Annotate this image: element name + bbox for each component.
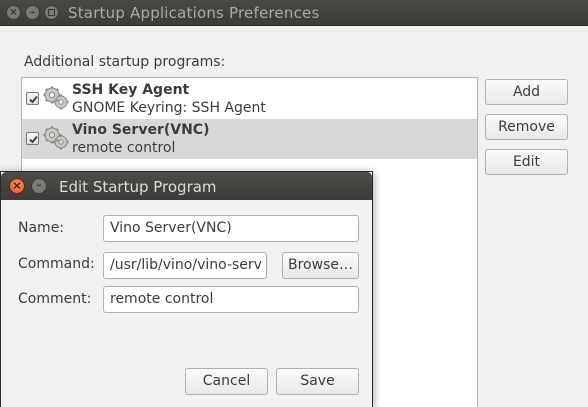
dialog-close-button[interactable]: × <box>9 178 25 194</box>
check-icon <box>29 95 38 104</box>
browse-button[interactable]: Browse… <box>282 252 359 279</box>
comment-field[interactable]: remote control <box>103 286 359 313</box>
program-name: SSH Key Agent <box>72 82 190 98</box>
name-label: Name: <box>18 220 65 236</box>
save-button[interactable]: Save <box>276 368 359 395</box>
enabled-checkbox[interactable] <box>26 92 39 105</box>
add-button[interactable]: Add <box>485 79 568 105</box>
remove-button[interactable]: Remove <box>485 114 568 140</box>
section-label: Additional startup programs: <box>24 54 226 70</box>
gears-icon <box>43 126 69 150</box>
command-field[interactable]: /usr/lib/vino/vino-serv <box>103 252 267 279</box>
list-item[interactable]: SSH Key Agent GNOME Keyring: SSH Agent <box>22 79 477 119</box>
program-description: remote control <box>72 140 176 156</box>
cancel-button[interactable]: Cancel <box>185 368 268 395</box>
window-maximize-button[interactable] <box>44 5 59 20</box>
command-label: Command: <box>18 256 95 272</box>
maximize-icon <box>48 9 55 16</box>
dialog-minimize-button[interactable]: – <box>31 178 47 194</box>
window-close-button[interactable]: × <box>6 5 21 20</box>
dialog-title: Edit Startup Program <box>59 178 217 196</box>
edit-startup-program-dialog: × – Edit Startup Program Name: Vino Serv… <box>0 171 373 407</box>
edit-button[interactable]: Edit <box>485 149 568 175</box>
program-description: GNOME Keyring: SSH Agent <box>72 100 266 116</box>
window-titlebar[interactable]: × – Startup Applications Preferences <box>0 0 588 26</box>
enabled-checkbox[interactable] <box>26 132 39 145</box>
list-item[interactable]: Vino Server(VNC) remote control <box>22 119 477 159</box>
comment-label: Comment: <box>18 291 92 307</box>
dialog-titlebar[interactable]: × – Edit Startup Program <box>1 172 372 200</box>
window-title: Startup Applications Preferences <box>68 4 320 22</box>
check-icon <box>29 135 38 144</box>
name-field[interactable]: Vino Server(VNC) <box>103 215 359 242</box>
program-name: Vino Server(VNC) <box>72 122 210 138</box>
window-minimize-button[interactable]: – <box>25 5 40 20</box>
gears-icon <box>43 86 69 110</box>
